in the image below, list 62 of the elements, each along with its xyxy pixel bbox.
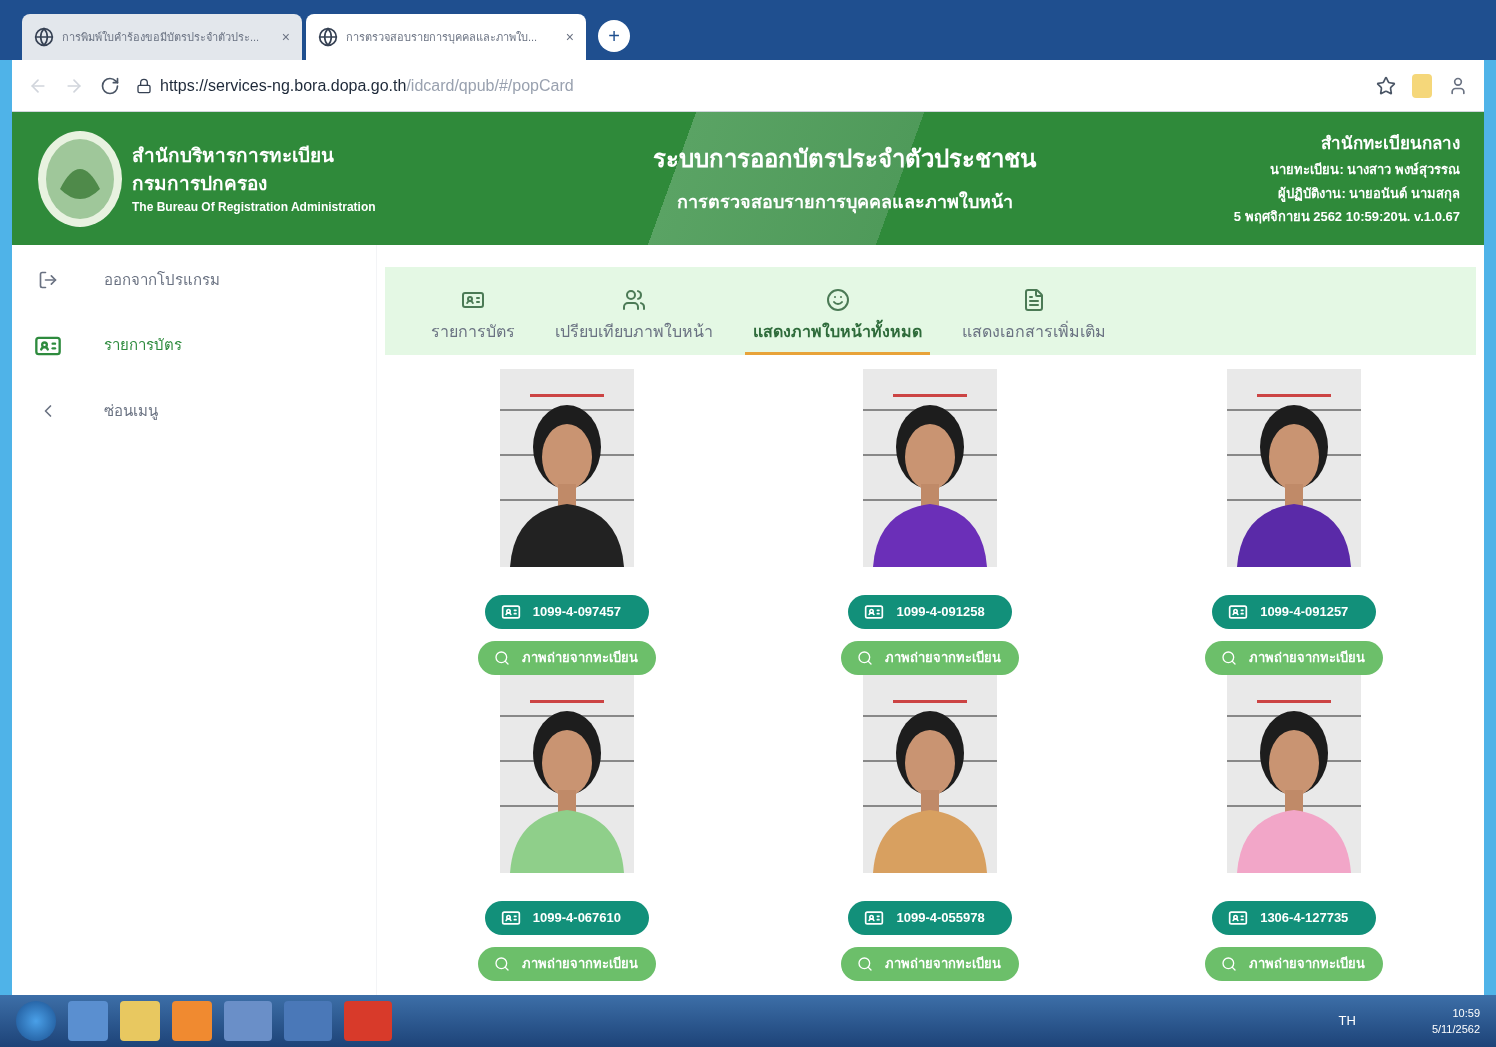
header-info: สำนักทะเบียนกลาง	[1321, 132, 1460, 155]
card-number-button[interactable]: 1099-4-055978	[848, 901, 1013, 935]
id-card-icon	[1228, 908, 1249, 928]
sidebar-item[interactable]: ออกจากโปรแกรม	[32, 269, 376, 292]
card-number-button[interactable]: 1099-4-097457	[484, 595, 649, 629]
tab-title: การตรวจสอบรายการบุคคลและภาพใบ...	[346, 29, 539, 46]
globe-icon	[34, 27, 54, 47]
tab-title: การพิมพ์ใบคำร้องขอมีบัตรประจำตัวประ...	[62, 29, 261, 45]
sidebar-item[interactable]: ซ่อนเมนู	[32, 399, 376, 422]
people-icon	[622, 288, 646, 312]
close-button[interactable]: ×	[281, 27, 290, 47]
profile-icon[interactable]	[1448, 75, 1468, 96]
registry-photo-button[interactable]: ภาพถ่ายจากทะเบียน	[841, 641, 1020, 675]
new-tab-button[interactable]: +	[598, 20, 630, 52]
browser-tab[interactable]: การตรวจสอบรายการบุคคลและภาพใบ... ×	[306, 14, 586, 60]
language-indicator[interactable]: TH	[1338, 1011, 1356, 1031]
search-icon	[493, 650, 510, 666]
view-tab[interactable]: แสดงเอกสารเพิ่มเติม	[954, 288, 1114, 355]
org-name: กรมการปกครอง	[132, 171, 268, 196]
browser-tab[interactable]: การพิมพ์ใบคำร้องขอมีบัตรประจำตัวประ... ×	[22, 14, 302, 60]
id-card-icon	[1228, 602, 1249, 622]
exit-icon	[38, 270, 58, 291]
card-number-button[interactable]: 1099-4-091257	[1212, 595, 1377, 629]
header-info: นายทะเบียน: นางสาว พงษ์สุวรรณ	[1270, 161, 1460, 180]
reload-icon[interactable]	[100, 75, 120, 96]
clock-time: 10:59	[1452, 1006, 1480, 1021]
view-tab[interactable]: เปรียบเทียบภาพใบหน้า	[547, 288, 721, 355]
id-card-icon	[864, 908, 885, 928]
org-name: สำนักบริหารการทะเบียน	[132, 143, 335, 168]
face-icon	[825, 288, 850, 312]
lock-icon	[136, 77, 152, 94]
registry-photo-button[interactable]: ภาพถ่ายจากทะเบียน	[841, 947, 1020, 981]
registry-photo-button[interactable]: ภาพถ่ายจากทะเบียน	[477, 641, 656, 675]
id-card-icon	[500, 908, 521, 928]
search-icon	[857, 650, 874, 666]
card-number-button[interactable]: 1306-4-127735	[1212, 901, 1377, 935]
header-info: ผู้ปฏิบัติงาน: นายอนันต์ นามสกุล	[1278, 184, 1460, 203]
id-card-icon	[500, 602, 521, 622]
registry-photo-button[interactable]: ภาพถ่ายจากทะเบียน	[477, 947, 656, 981]
registry-photo-button[interactable]: ภาพถ่ายจากทะเบียน	[1205, 947, 1384, 981]
search-icon	[1221, 956, 1238, 972]
system-subtitle: การตรวจสอบรายการบุคคลและภาพใบหน้า	[676, 190, 1013, 216]
header-info: 5 พฤศจิกายน 2562 10:59:20น. v.1.0.67	[1233, 208, 1460, 226]
registry-photo-button[interactable]: ภาพถ่ายจากทะเบียน	[1205, 641, 1384, 675]
search-icon	[857, 956, 874, 972]
clock-date: 5/11/2562	[1431, 1022, 1480, 1037]
search-icon	[493, 956, 510, 972]
view-tab[interactable]: แสดงภาพใบหน้าทั้งหมด	[745, 288, 930, 355]
globe-icon	[318, 27, 338, 47]
org-english-name: The Bureau Of Registration Administration	[132, 198, 376, 216]
start-button[interactable]	[16, 1001, 56, 1041]
star-icon[interactable]	[1376, 75, 1396, 96]
emblem-icon	[36, 128, 124, 229]
card-number-button[interactable]: 1099-4-091258	[848, 595, 1013, 629]
search-icon	[1221, 650, 1238, 666]
sidebar-item[interactable]: รายการบัตร	[32, 331, 376, 360]
system-title: ระบบการออกบัตรประจำตัวประชาชน	[653, 144, 1037, 174]
card-number-button[interactable]: 1099-4-067610	[484, 901, 649, 935]
close-button[interactable]: ×	[565, 27, 574, 47]
id-card-icon	[864, 602, 885, 622]
document-icon	[1022, 288, 1046, 312]
view-tab[interactable]: รายการบัตร	[423, 288, 523, 355]
